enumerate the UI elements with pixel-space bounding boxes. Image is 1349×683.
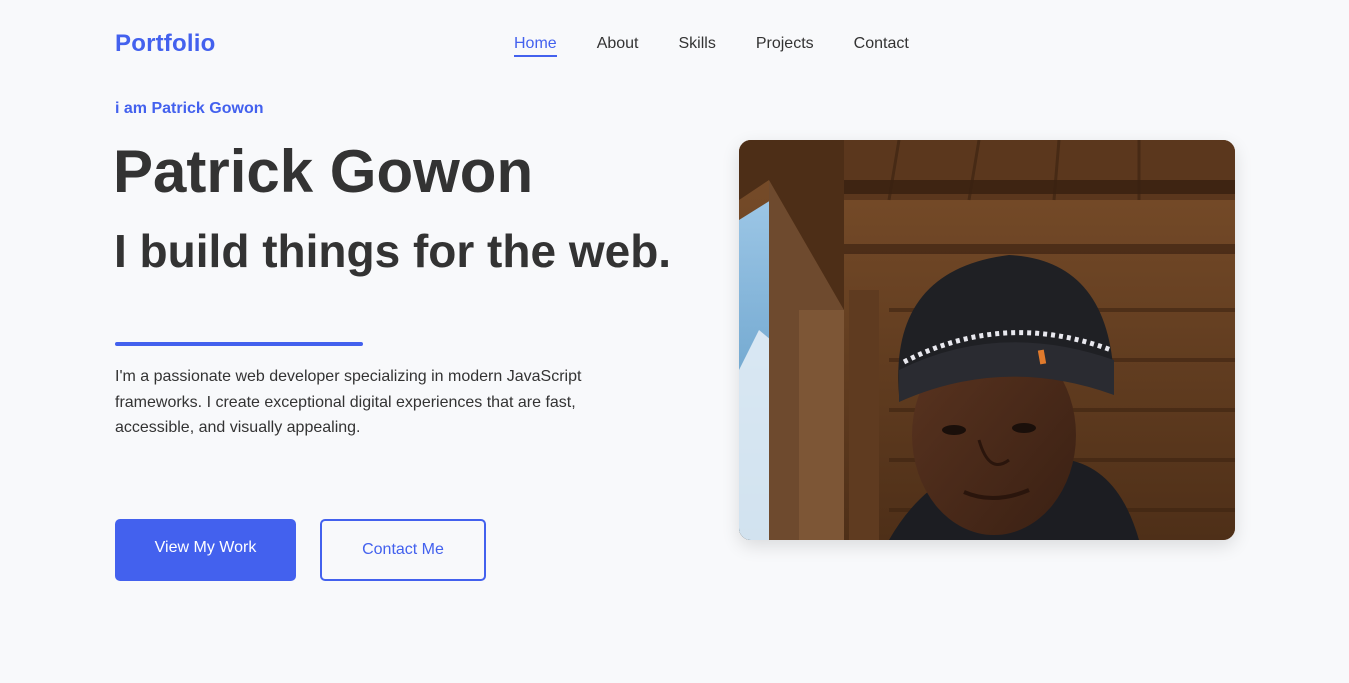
page: Portfolio Home About Skills Projects Con… (0, 0, 1349, 683)
main-nav: Home About Skills Projects Contact (514, 34, 949, 57)
contact-me-button[interactable]: Contact Me (320, 519, 486, 581)
nav-item-skills[interactable]: Skills (679, 34, 716, 56)
hero-description: I'm a passionate web developer specializ… (115, 368, 582, 436)
view-my-work-button[interactable]: View My Work (115, 519, 296, 581)
nav-item-projects[interactable]: Projects (756, 34, 814, 56)
hero-tagline: I build things for the web. (114, 225, 672, 277)
hero-name: Patrick Gowon (113, 138, 534, 205)
hero-intro: i am Patrick Gowon (115, 100, 264, 117)
profile-photo (739, 140, 1235, 540)
accent-underline (115, 342, 363, 346)
nav-item-contact[interactable]: Contact (854, 34, 909, 56)
nav-item-about[interactable]: About (597, 34, 639, 56)
site-logo[interactable]: Portfolio (115, 30, 215, 58)
site-header: Portfolio Home About Skills Projects Con… (0, 0, 1349, 88)
nav-item-home[interactable]: Home (514, 34, 557, 57)
